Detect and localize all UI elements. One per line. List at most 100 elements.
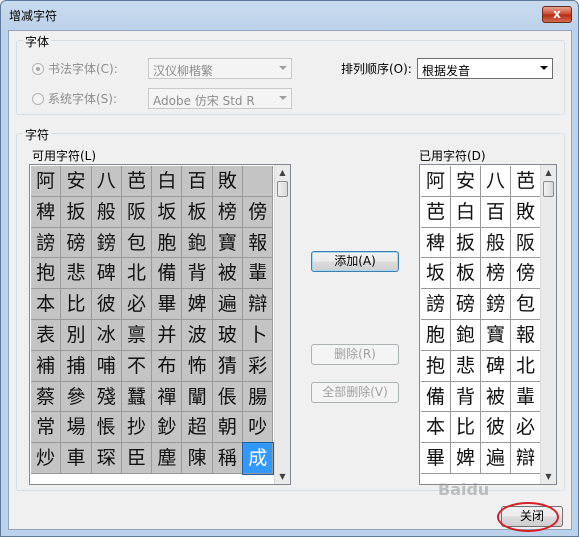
char-cell[interactable]: 冰 (91, 319, 122, 351)
char-cell[interactable]: 扳 (61, 196, 92, 228)
system-font-select[interactable]: Adobe 仿宋 Std R (148, 88, 292, 109)
char-cell[interactable]: 表 (31, 319, 62, 351)
char-cell[interactable]: 闡 (182, 381, 213, 413)
char-cell[interactable]: 八 (91, 166, 122, 197)
char-cell[interactable]: 阿 (31, 166, 62, 197)
char-cell[interactable]: 朝 (212, 412, 244, 444)
char-cell[interactable]: 鉋 (451, 319, 481, 351)
title-bar[interactable]: 增减字符 x (1, 1, 578, 29)
char-cell[interactable]: 超 (182, 412, 213, 444)
char-cell[interactable]: 車 (61, 443, 92, 474)
char-cell[interactable]: 殘 (91, 381, 122, 413)
char-cell[interactable]: 常 (31, 412, 62, 444)
scroll-thumb[interactable] (277, 181, 288, 197)
char-cell[interactable]: 鈔 (152, 412, 183, 444)
system-font-radio[interactable]: 系统字体(S): (32, 90, 117, 107)
char-cell[interactable]: 抱 (31, 258, 62, 290)
char-cell[interactable]: 報 (511, 319, 541, 351)
char-cell[interactable]: 謗 (421, 289, 451, 320)
char-cell[interactable]: 婢 (451, 443, 481, 474)
delete-button[interactable]: 删除(R) (311, 344, 399, 365)
char-cell[interactable]: 阿 (421, 166, 451, 197)
char-cell[interactable]: 悵 (91, 412, 122, 444)
char-cell[interactable]: 禪 (152, 381, 183, 413)
char-cell[interactable]: 遍 (481, 443, 511, 474)
char-cell[interactable]: 鉋 (182, 227, 213, 259)
char-cell[interactable]: 百 (481, 196, 511, 228)
char-cell[interactable]: 彩 (243, 350, 274, 382)
char-cell[interactable]: 琛 (91, 443, 122, 474)
char-cell[interactable]: 敗 (511, 196, 541, 228)
char-cell[interactable]: 被 (212, 258, 244, 290)
char-cell[interactable]: 芭 (121, 166, 153, 197)
char-cell[interactable]: 報 (243, 227, 274, 259)
char-cell[interactable]: 傍 (243, 196, 274, 228)
char-cell[interactable]: 北 (511, 350, 541, 382)
char-cell[interactable]: 彼 (481, 412, 511, 444)
char-cell[interactable]: 波 (182, 319, 213, 351)
char-cell[interactable]: 坂 (152, 196, 183, 228)
char-cell-selected[interactable]: 成 (242, 442, 275, 475)
char-cell[interactable]: 悲 (61, 258, 92, 290)
char-cell[interactable]: 坂 (421, 258, 451, 290)
char-cell[interactable]: 比 (61, 289, 92, 320)
close-window-icon[interactable]: x (542, 6, 572, 23)
char-cell[interactable]: 補 (31, 350, 62, 382)
char-cell[interactable]: 扳 (451, 227, 481, 259)
available-chars-list[interactable]: 阿安八芭白百敗稗扳般阪坂板榜傍謗磅鎊包胞鉋寶報抱悲碑北備背被輩本比彼必畢婢遍辯表… (29, 164, 291, 485)
char-cell[interactable]: 備 (421, 381, 451, 413)
sort-order-select[interactable]: 根据发音 (417, 58, 553, 79)
char-cell[interactable]: 般 (481, 227, 511, 259)
char-cell[interactable]: 背 (182, 258, 213, 290)
char-cell[interactable]: 辯 (511, 443, 541, 474)
char-cell[interactable]: 別 (61, 319, 92, 351)
char-cell[interactable]: 婢 (182, 289, 213, 320)
char-cell[interactable]: 塵 (152, 443, 183, 474)
char-cell[interactable]: 鎊 (91, 227, 122, 259)
char-cell[interactable]: 吵 (243, 412, 274, 444)
char-cell[interactable]: 悲 (451, 350, 481, 382)
char-cell[interactable]: 輩 (243, 258, 274, 290)
char-cell[interactable]: 蠶 (121, 381, 153, 413)
char-cell[interactable]: 怖 (182, 350, 213, 382)
char-cell[interactable]: 猜 (212, 350, 244, 382)
char-cell[interactable]: 阪 (121, 196, 153, 228)
char-cell[interactable]: 安 (451, 166, 481, 197)
char-cell[interactable]: 寶 (212, 227, 244, 259)
char-cell[interactable]: 必 (511, 412, 541, 444)
char-cell[interactable]: 磅 (451, 289, 481, 320)
char-cell[interactable]: 鎊 (481, 289, 511, 320)
char-cell[interactable]: 比 (451, 412, 481, 444)
char-cell[interactable]: 彼 (91, 289, 122, 320)
available-chars-scrollbar[interactable]: ▲ ▼ (274, 165, 290, 484)
char-cell[interactable]: 辯 (243, 289, 274, 320)
char-cell[interactable]: 玻 (212, 319, 244, 351)
char-cell[interactable]: 倀 (212, 381, 244, 413)
char-cell[interactable]: 并 (152, 319, 183, 351)
char-cell[interactable]: 輩 (511, 381, 541, 413)
char-cell[interactable]: 阪 (511, 227, 541, 259)
char-cell[interactable]: 場 (61, 412, 92, 444)
char-cell[interactable]: 敗 (212, 166, 244, 197)
char-cell[interactable]: 畢 (152, 289, 183, 320)
char-cell[interactable]: 稗 (31, 196, 62, 228)
char-cell[interactable]: 陳 (182, 443, 213, 474)
char-cell[interactable]: 畢 (421, 443, 451, 474)
char-cell[interactable]: 寶 (481, 319, 511, 351)
char-cell[interactable]: 榜 (481, 258, 511, 290)
scroll-up-icon[interactable]: ▲ (541, 165, 556, 180)
char-cell[interactable]: 布 (152, 350, 183, 382)
char-cell[interactable]: 必 (121, 289, 153, 320)
delete-all-button[interactable]: 全部删除(V) (311, 382, 399, 403)
add-button[interactable]: 添加(A) (311, 251, 399, 272)
char-cell[interactable]: 榜 (212, 196, 244, 228)
char-cell[interactable]: 稱 (212, 443, 244, 474)
char-cell[interactable]: 芭 (421, 196, 451, 228)
char-cell[interactable]: 碑 (481, 350, 511, 382)
char-cell[interactable]: 胞 (152, 227, 183, 259)
char-cell[interactable]: 謗 (31, 227, 62, 259)
char-cell[interactable]: 備 (152, 258, 183, 290)
char-cell[interactable] (243, 166, 274, 197)
used-chars-list[interactable]: 阿安八芭芭白百敗稗扳般阪坂板榜傍謗磅鎊包胞鉋寶報抱悲碑北備背被輩本比彼必畢婢遍辯… (419, 164, 557, 485)
scroll-thumb[interactable] (543, 181, 554, 197)
